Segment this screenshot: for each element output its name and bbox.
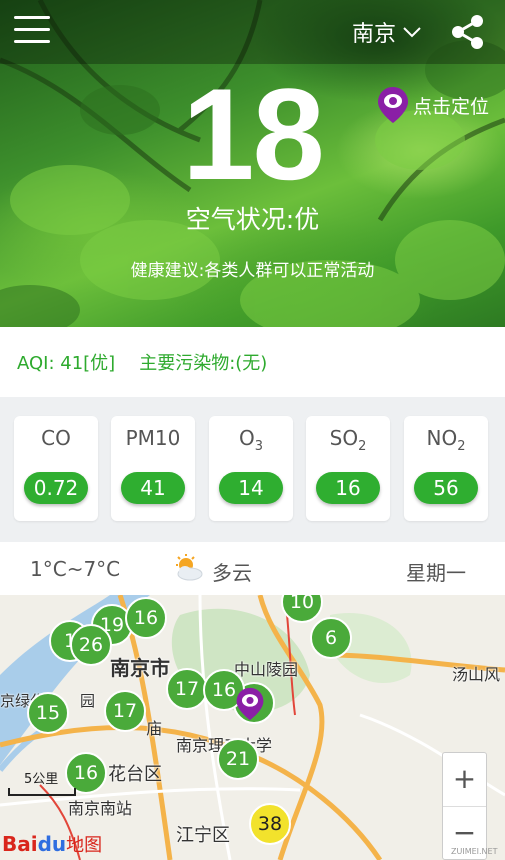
air-quality-map[interactable]: 南京市 中山陵园 汤山风 南京理工大学 花台区 南京南站 江宁区 庙 京绿化 园… [0, 595, 505, 860]
weather-condition: 多云 [212, 561, 252, 585]
map-scale: 5公里 [8, 768, 76, 796]
map-marker-yellow[interactable]: 38 [249, 803, 291, 845]
chevron-down-icon [403, 27, 421, 38]
health-advice: 健康建议:各类人群可以正常活动 [130, 261, 375, 281]
pollutant-name: NO2 [426, 426, 466, 454]
location-pin-icon [378, 87, 408, 123]
map-marker[interactable]: 15 [27, 692, 69, 734]
locate-label: 点击定位 [413, 95, 490, 118]
aqi-text: AQI: 41[优] [17, 353, 116, 374]
map-label-zhongshanling: 中山陵园 [234, 660, 299, 679]
map-label-tangshan: 汤山风 [452, 665, 501, 684]
aqi-summary: AQI: 41[优] 主要污染物:(无) [0, 327, 505, 397]
pollutant-cards: CO 0.72 PM10 41 O3 14 SO2 16 NO2 56 [0, 397, 505, 542]
pollutant-card-no2[interactable]: NO2 56 [404, 416, 488, 521]
hero-banner: 南京 18 点击定位 空气状况:优 健康建议:各类人群可以正常活动 [0, 0, 505, 327]
pollutant-value: 14 [219, 472, 283, 504]
pollutant-card-pm10[interactable]: PM10 41 [111, 416, 195, 521]
map-marker[interactable]: 17 [104, 690, 146, 732]
map-marker[interactable]: 6 [310, 617, 352, 659]
map-label-huatai: 花台区 [108, 764, 162, 785]
pollutant-name: PM10 [125, 426, 181, 450]
pollutant-value: 0.72 [24, 472, 88, 504]
map-label-nanjing: 南京市 [110, 656, 170, 680]
weekday: 星期一 [406, 561, 466, 585]
watermark: ZUIMEI.NET [451, 847, 498, 856]
pollutant-name: SO2 [329, 426, 367, 454]
locate-button[interactable]: 点击定位 [377, 86, 489, 124]
zoom-in-button[interactable]: + [443, 753, 486, 807]
air-status: 空气状况:优 [185, 205, 320, 234]
pollutant-name: CO [41, 426, 71, 450]
map-marker[interactable]: 16 [125, 597, 167, 639]
main-pollutant: 主要污染物:(无) [139, 353, 268, 374]
partly-cloudy-icon [176, 554, 203, 581]
map-marker[interactable]: 17 [166, 668, 208, 710]
aqi-current-value: 18 [182, 61, 325, 207]
pollutant-value: 56 [414, 472, 478, 504]
zoom-controls: + − [442, 752, 487, 860]
map-label-nanjing-south: 南京南站 [68, 799, 133, 818]
pollutant-name: O3 [238, 426, 264, 454]
map-label-park: 园 [80, 692, 96, 710]
temperature-range: 1°C~7°C [30, 557, 121, 581]
city-selector[interactable]: 南京 [352, 16, 422, 48]
current-location-pin-icon [236, 687, 264, 721]
scale-label: 5公里 [24, 772, 59, 787]
pollutant-value: 41 [121, 472, 185, 504]
pollutant-card-so2[interactable]: SO2 16 [306, 416, 390, 521]
map-marker[interactable]: 26 [70, 624, 112, 666]
pollutant-card-o3[interactable]: O3 14 [209, 416, 293, 521]
map-marker[interactable]: 21 [217, 738, 259, 780]
map-label-miao: 庙 [146, 719, 163, 738]
weather-row: 1°C~7°C 多云 星期一 [0, 542, 505, 595]
baidu-map-logo: Baidu地图 [2, 832, 103, 856]
menu-icon[interactable] [14, 16, 50, 46]
pollutant-card-co[interactable]: CO 0.72 [14, 416, 98, 521]
top-bar [0, 0, 505, 64]
scale-bar [8, 788, 76, 796]
map-label-jiangning: 江宁区 [176, 825, 230, 846]
pollutant-value: 16 [316, 472, 380, 504]
share-icon[interactable] [448, 12, 488, 52]
city-name: 南京 [352, 22, 397, 47]
